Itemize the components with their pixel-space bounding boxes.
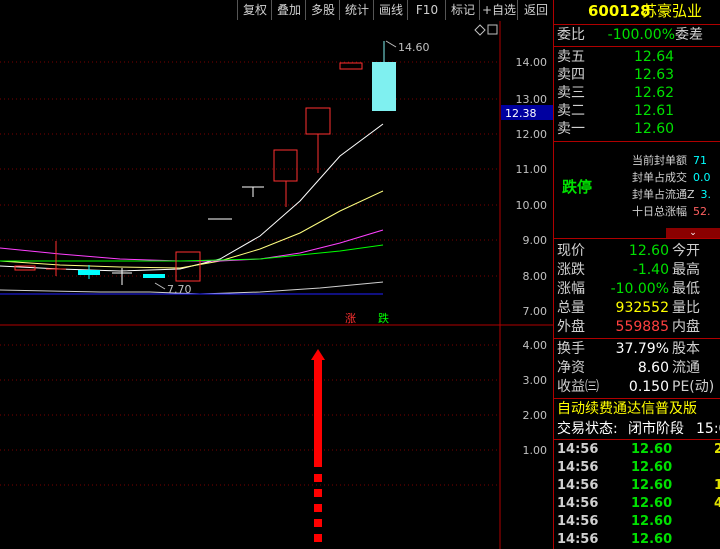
add-watchlist-button[interactable]: +自选 — [479, 0, 518, 20]
volume-axis-label: 1.00 — [523, 444, 548, 457]
kline-chart-area[interactable]: 14.60 7.70 14.00 13.00 12.00 11.00 10.00… — [0, 21, 553, 549]
ma-line-green — [0, 244, 384, 262]
red-up-arrow-icon — [311, 349, 325, 542]
volume-axis-label: 4.00 — [523, 339, 548, 352]
die-label: 跌 — [378, 311, 389, 325]
tick-row: 14:56 12.60 2 — [557, 442, 720, 457]
low-price-label: 7.70 — [167, 283, 192, 296]
weibi-value: -100.00% — [607, 27, 675, 43]
tick-row: 14:56 12.60 — [557, 460, 673, 475]
ask-row: 卖二 12.61 — [557, 103, 675, 119]
promo-link[interactable]: 自动续费通达信普及版 — [557, 400, 697, 418]
high-price-label: 14.60 — [398, 41, 430, 54]
ask-row: 卖一 12.60 — [557, 121, 675, 137]
chart-toolbar: 复权 叠加 多股 统计 画线 F10 标记 +自选 返回 — [0, 0, 553, 21]
quote-panel: 600128 苏豪弘业 委比 -100.00% 委差 卖五 12.64 卖四 1… — [553, 0, 720, 549]
tick-row: 14:56 12.60 — [557, 514, 673, 529]
tick-row: 14:56 12.60 — [557, 532, 673, 547]
ma-line-yellow — [0, 190, 384, 269]
limit-info-row: 封单占流通Z 3. — [632, 188, 712, 201]
ask-row: 卖四 12.63 — [557, 67, 675, 83]
price-axis-label: 14.00 — [516, 56, 548, 69]
limit-info-row: 封单占成交 0.0 — [632, 171, 711, 184]
price-axis-label: 12.00 — [516, 128, 548, 141]
f10-button[interactable]: F10 — [407, 0, 446, 20]
tick-row: 14:56 12.60 4 — [557, 496, 720, 511]
limit-status: 跌停 — [562, 178, 593, 196]
stat-row: 现价 12.60 今开 — [557, 243, 700, 259]
stock-header: 600128 苏豪弘业 — [554, 2, 720, 22]
limit-info-row: 十日总涨幅 52. — [632, 205, 711, 218]
weibi-row: 委比 -100.00% 委差 — [557, 27, 703, 43]
multi-stock-button[interactable]: 多股 — [305, 0, 340, 20]
ask-row: 卖五 12.64 — [557, 49, 675, 65]
price-axis-label: 13.00 — [516, 93, 548, 106]
ask-row: 卖三 12.62 — [557, 85, 675, 101]
diamond-icon — [474, 24, 486, 36]
price-axis-label: 8.00 — [523, 270, 548, 283]
stat-row: 涨跌 -1.40 最高 — [557, 262, 700, 278]
stat-row: 净资 8.60 流通 — [557, 360, 700, 376]
volume-axis-label: 3.00 — [523, 374, 548, 387]
ma-line-gray — [0, 281, 384, 295]
price-axis-label: 10.00 — [516, 199, 548, 212]
stat-row: 涨幅 -10.00% 最低 — [557, 281, 700, 297]
trading-status-row: 交易状态: 闭市阶段 15:0 — [557, 421, 720, 437]
overlay-button[interactable]: 叠加 — [271, 0, 306, 20]
limit-info-row: 当前封单额 71 — [632, 154, 707, 167]
price-axis-label: 11.00 — [516, 163, 548, 176]
stat-row: 换手 37.79% 股本 — [557, 341, 700, 357]
mark-button[interactable]: 标记 — [445, 0, 480, 20]
statistics-button[interactable]: 统计 — [339, 0, 374, 20]
ma-line-white — [0, 123, 384, 272]
candles — [14, 41, 396, 285]
stat-row: 总量 932552 量比 — [557, 300, 700, 316]
zhang-label: 涨 — [345, 312, 356, 325]
fuquan-button[interactable]: 复权 — [237, 0, 272, 20]
price-axis-label: 9.00 — [523, 234, 548, 247]
collapse-chevron-icon[interactable]: ⌄ — [666, 228, 720, 238]
back-button[interactable]: 返回 — [517, 0, 554, 20]
stock-name: 苏豪弘业 — [642, 2, 703, 20]
draw-line-button[interactable]: 画线 — [373, 0, 408, 20]
stat-row: 外盘 559885 内盘 — [557, 319, 700, 335]
price-axis-label: 7.00 — [523, 305, 548, 318]
stat-row: 收益㈢ 0.150 PE(动) — [557, 379, 715, 395]
tick-row: 14:56 12.60 1 — [557, 478, 720, 493]
promo-row[interactable]: 自动续费通达信普及版 — [554, 400, 720, 418]
window-icon — [487, 24, 498, 35]
limit-panel: 跌停 当前封单额 71 封单占成交 0.0 封单占流通Z 3. 十日总涨幅 52. ⌄ — [554, 142, 720, 238]
ma-line-magenta — [0, 229, 384, 262]
volume-axis-label: 2.00 — [523, 409, 548, 422]
current-price-value: 12.38 — [505, 107, 537, 120]
